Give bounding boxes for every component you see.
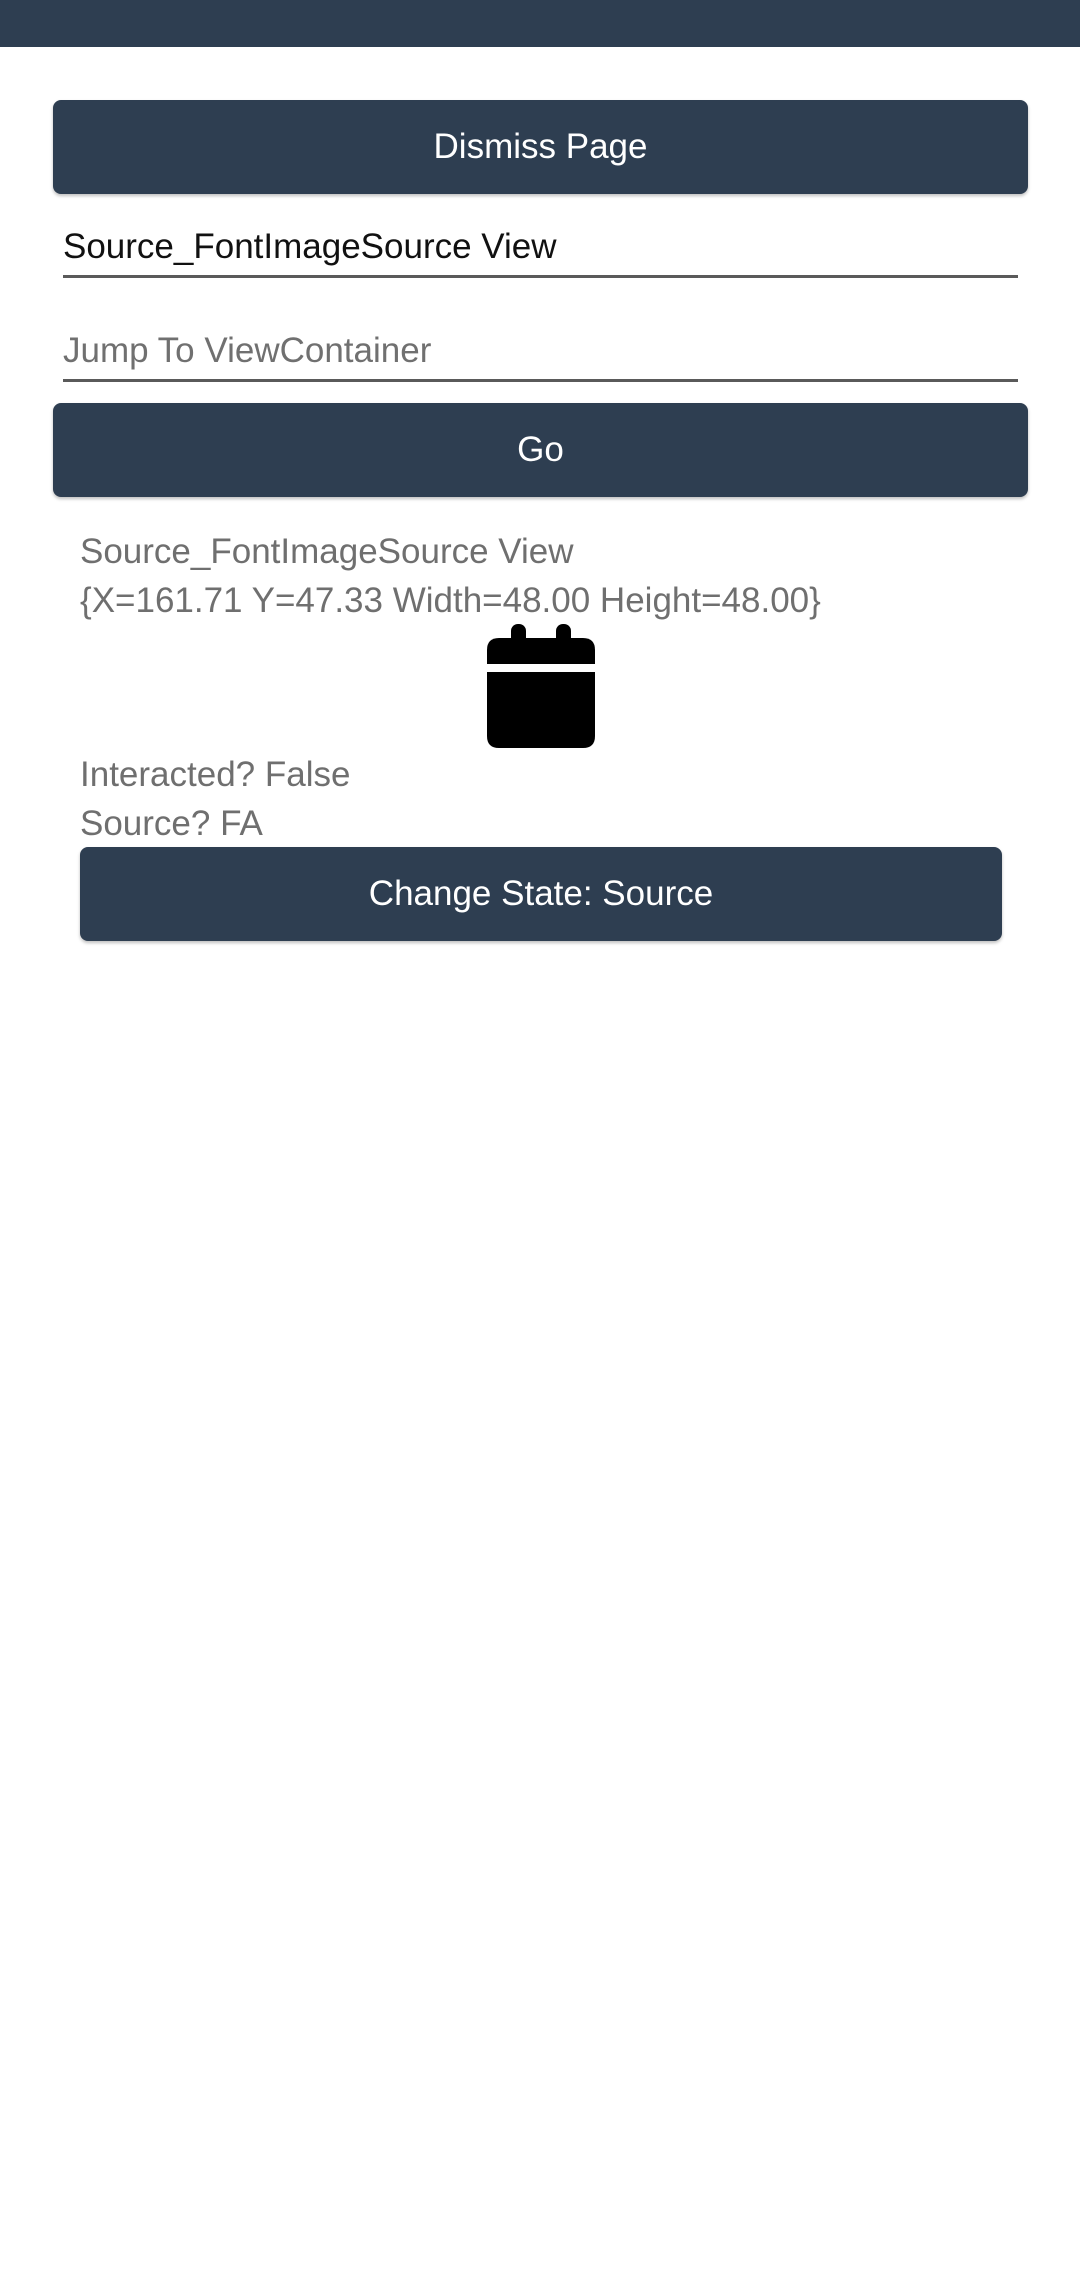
- go-button[interactable]: Go: [53, 403, 1028, 497]
- change-state-button[interactable]: Change State: Source: [80, 847, 1002, 941]
- status-bar: [0, 0, 1080, 47]
- source-view-entry[interactable]: Source_FontImageSource View: [63, 222, 1018, 278]
- source-status-label: Source? FA: [80, 804, 263, 843]
- view-name-label: Source_FontImageSource View: [80, 532, 574, 571]
- interacted-status-label: Interacted? False: [80, 755, 351, 794]
- calendar-icon[interactable]: [487, 624, 595, 748]
- dismiss-page-button[interactable]: Dismiss Page: [53, 100, 1028, 194]
- view-bounds-label: {X=161.71 Y=47.33 Width=48.00 Height=48.…: [80, 581, 821, 620]
- jump-to-viewcontainer-input[interactable]: Jump To ViewContainer: [63, 326, 1018, 382]
